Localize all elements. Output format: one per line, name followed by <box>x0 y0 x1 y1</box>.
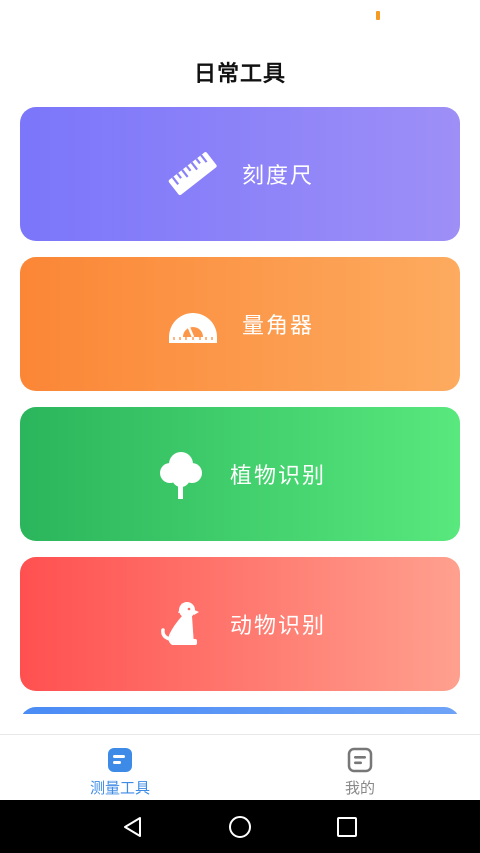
home-circle-icon[interactable] <box>225 812 255 842</box>
document-icon <box>107 747 133 773</box>
back-triangle-icon[interactable] <box>118 812 148 842</box>
plant-recognition-card[interactable]: 植物识别 <box>20 407 460 541</box>
tree-icon <box>154 447 208 501</box>
protractor-tool-card[interactable]: 量角器 <box>20 257 460 391</box>
tab-mine[interactable]: 我的 <box>240 735 480 800</box>
document-outline-icon <box>347 747 373 773</box>
status-indicator <box>376 11 380 20</box>
plant-recognition-label: 植物识别 <box>229 464 326 489</box>
animal-recognition-card[interactable]: 动物识别 <box>20 557 460 691</box>
app-screen: 日常工具 刻度尺 量角器 植物识别 动物识别 测量工具 我的 <box>0 0 480 853</box>
tab-measure-tools-label: 测量工具 <box>89 779 150 797</box>
ruler-icon <box>166 147 220 201</box>
animal-recognition-label: 动物识别 <box>229 614 326 639</box>
protractor-tool-label: 量角器 <box>241 314 314 339</box>
tool-list: 刻度尺 量角器 植物识别 动物识别 <box>20 107 460 714</box>
bottom-tab-bar: 测量工具 我的 <box>0 734 480 800</box>
tab-measure-tools[interactable]: 测量工具 <box>0 735 240 800</box>
ruler-tool-label: 刻度尺 <box>241 164 314 189</box>
page-title: 日常工具 <box>193 62 286 87</box>
status-bar <box>0 0 480 40</box>
next-tool-card-partial[interactable] <box>20 707 460 714</box>
tab-mine-label: 我的 <box>344 779 375 797</box>
protractor-icon <box>166 297 220 351</box>
recent-square-icon[interactable] <box>332 812 362 842</box>
ruler-tool-card[interactable]: 刻度尺 <box>20 107 460 241</box>
dog-icon <box>154 597 208 651</box>
system-navigation-bar <box>0 800 480 853</box>
